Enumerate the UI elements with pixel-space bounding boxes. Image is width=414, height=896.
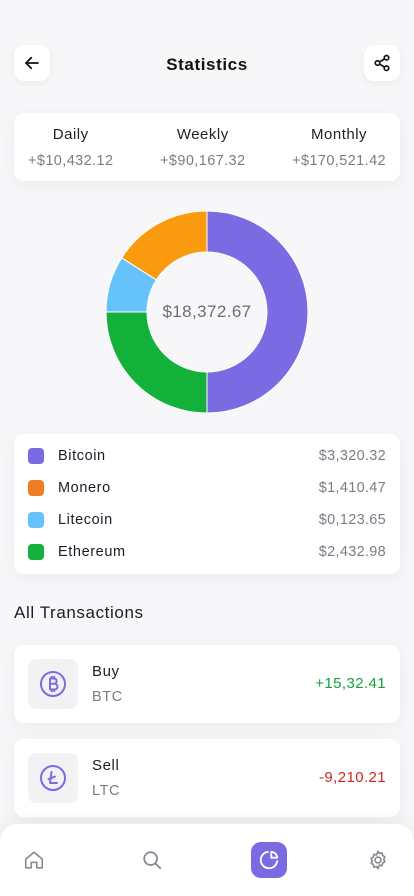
- litecoin-icon: [40, 765, 66, 791]
- summary-weekly[interactable]: Weekly +$90,167.32: [160, 113, 245, 181]
- home-icon: [24, 851, 44, 869]
- bitcoin-icon: [40, 671, 66, 697]
- legend-item-monero[interactable]: Monero $1,410.47: [28, 472, 386, 504]
- gear-icon: [370, 850, 386, 870]
- legend-color-swatch: [28, 448, 44, 464]
- legend-color-swatch: [28, 480, 44, 496]
- transaction-type: Sell: [92, 757, 120, 774]
- nav-search[interactable]: [134, 842, 170, 878]
- header: Statistics: [14, 45, 400, 85]
- legend-item-ethereum[interactable]: Ethereum $2,432.98: [28, 536, 386, 568]
- summary-monthly[interactable]: Monthly +$170,521.42: [292, 113, 386, 181]
- legend-value: $0,123.65: [318, 512, 386, 528]
- legend-value: $3,320.32: [318, 448, 386, 464]
- legend-name: Ethereum: [58, 544, 126, 560]
- transaction-amount: +15,32.41: [315, 675, 386, 692]
- pie-chart-icon: [259, 850, 279, 870]
- transaction-icon-box: [28, 659, 78, 709]
- summary-label: Weekly: [176, 126, 229, 143]
- nav-home[interactable]: [16, 842, 52, 878]
- summary-value: +$10,432.12: [28, 153, 114, 169]
- summary-label: Daily: [52, 126, 89, 143]
- chart-total: $18,372.67: [162, 302, 252, 321]
- nav-statistics[interactable]: [251, 842, 287, 878]
- page-title: Statistics: [166, 55, 248, 74]
- transaction-icon-box: [28, 753, 78, 803]
- legend-name: Monero: [58, 480, 111, 496]
- transaction-row[interactable]: Sell LTC -9,210.21: [14, 739, 400, 817]
- nav-settings[interactable]: [360, 842, 396, 878]
- legend-value: $2,432.98: [318, 544, 386, 560]
- legend-value: $1,410.47: [318, 480, 386, 496]
- legend-name: Litecoin: [58, 512, 113, 528]
- legend-item-bitcoin[interactable]: Bitcoin $3,320.32: [28, 440, 386, 472]
- summary-label: Monthly: [311, 126, 368, 143]
- transaction-row[interactable]: Buy BTC +15,32.41: [14, 645, 400, 723]
- summary-value: +$90,167.32: [160, 153, 246, 169]
- summary-card: Daily +$10,432.12 Weekly +$90,167.32 Mon…: [14, 113, 400, 181]
- legend-name: Bitcoin: [58, 448, 106, 464]
- summary-value: +$170,521.42: [292, 153, 386, 169]
- transaction-symbol: LTC: [92, 783, 121, 799]
- share-button[interactable]: [364, 45, 400, 81]
- transaction-amount: -9,210.21: [319, 769, 386, 786]
- legend-color-swatch: [28, 544, 44, 560]
- donut-chart: $18,372.67: [105, 210, 309, 414]
- legend-color-swatch: [28, 512, 44, 528]
- legend-item-litecoin[interactable]: Litecoin $0,123.65: [28, 504, 386, 536]
- transaction-symbol: BTC: [92, 689, 123, 705]
- summary-daily[interactable]: Daily +$10,432.12: [28, 113, 113, 181]
- transaction-type: Buy: [92, 663, 120, 680]
- search-icon: [143, 851, 162, 870]
- bottom-nav: [0, 824, 414, 896]
- legend-card: Bitcoin $3,320.32 Monero $1,410.47 Litec…: [14, 434, 400, 574]
- section-title: All Transactions: [14, 603, 144, 622]
- share-icon: [374, 54, 390, 72]
